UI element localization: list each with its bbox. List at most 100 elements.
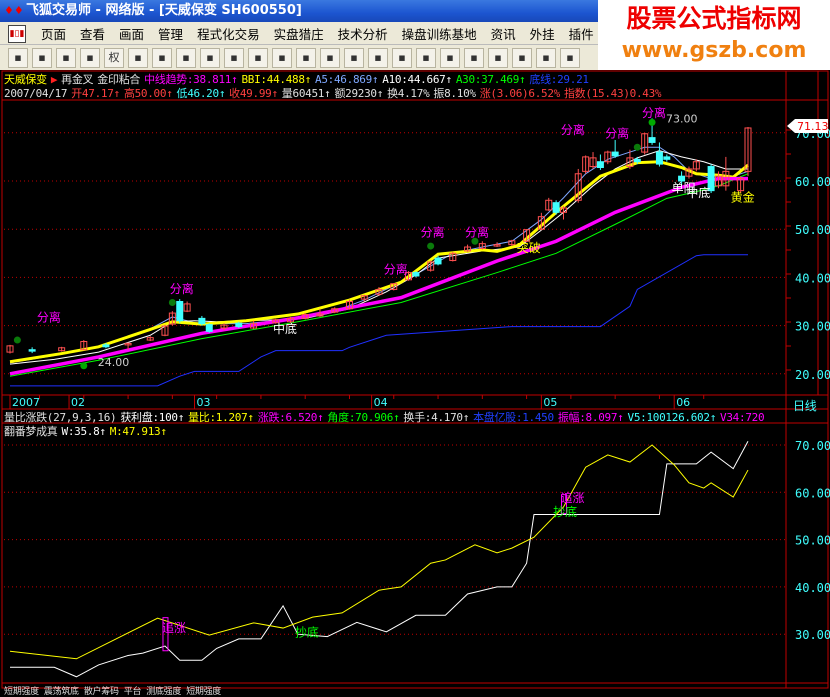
info-item: 额29230↑ [334, 87, 384, 100]
info-item: 量60451↑ [281, 87, 331, 100]
menu-8[interactable]: 资讯 [484, 24, 523, 43]
marker-dot [633, 143, 641, 151]
candle-body [412, 272, 420, 277]
candle-body [633, 158, 641, 163]
info-item: 振幅:8.097↑ [557, 411, 624, 424]
info-item: V34:720 [720, 411, 765, 424]
menu-1[interactable]: 查看 [73, 24, 112, 43]
book-icon[interactable]: ▪ [224, 47, 244, 68]
info-item: 量比:1.207↑ [188, 411, 254, 424]
fib-icon[interactable]: ▪ [536, 47, 556, 68]
menu-2[interactable]: 画面 [112, 24, 151, 43]
signal-label: 分离 [170, 281, 194, 296]
info-item: W:35.8↑ [61, 425, 107, 438]
info-item: V5:100126.602↑ [627, 411, 717, 424]
alarm-icon[interactable]: ▪ [296, 47, 316, 68]
lower-price-tick: 30.00 [795, 628, 830, 642]
chart4-icon[interactable]: ▪ [464, 47, 484, 68]
period-label[interactable]: 日线 [793, 397, 817, 414]
lower-price-tick: 70.00 [795, 439, 830, 453]
watermark-title: 股票公式指标网 [626, 4, 802, 33]
chart2-icon[interactable]: ▪ [416, 47, 436, 68]
info-item: 低46.20↑ [176, 87, 226, 100]
marker-dot [168, 298, 176, 306]
info-item: 振8.10% [433, 87, 476, 100]
signal-label: 分离 [465, 224, 489, 239]
signal-label: 分离 [561, 122, 585, 137]
signal-label: 中底 [686, 185, 710, 200]
move-icon[interactable]: ▪ [56, 47, 76, 68]
menu-10[interactable]: 插件 [562, 24, 601, 43]
menu-0[interactable]: 页面 [34, 24, 73, 43]
paste-icon[interactable]: ▪ [200, 47, 220, 68]
vlines-icon[interactable]: ▪ [560, 47, 580, 68]
menu-5[interactable]: 实盘猎庄 [267, 24, 331, 43]
line-A5 [9, 146, 749, 364]
candle-body [176, 301, 184, 322]
minus-icon[interactable]: ▪ [80, 47, 100, 68]
rights-dropdown[interactable]: 权 [104, 47, 124, 68]
candle-body [102, 344, 110, 348]
lower-price-tick: 40.00 [795, 581, 830, 595]
marker-dot [427, 242, 435, 250]
line-icon[interactable]: ▪ [512, 47, 532, 68]
compare-icon[interactable]: ▪ [128, 47, 148, 68]
lower-price-tick: 60.00 [795, 486, 830, 500]
info-item: 换手:4.170↑ [403, 411, 470, 424]
price-mark: 24.00 [98, 356, 130, 369]
price-mark: 73.00 [666, 112, 698, 125]
open-icon[interactable]: ▪ [8, 47, 28, 68]
menu-9[interactable]: 外挂 [523, 24, 562, 43]
chart-logo-icon[interactable]: ▮▯▮ [8, 25, 26, 43]
copy-icon[interactable]: ▪ [176, 47, 196, 68]
menu-7[interactable]: 操盘训练基地 [395, 24, 484, 43]
candle-body [205, 324, 213, 332]
binoculars-icon[interactable]: ▪ [152, 47, 172, 68]
lower-indicator-line: 翻番梦成真 W:35.8↑ M:47.913↑ [4, 423, 171, 439]
layout1-icon[interactable]: ▪ [344, 47, 364, 68]
price-tick: 30.00 [795, 320, 830, 334]
signal-label: 追涨 [162, 620, 186, 635]
price-tick: 50.00 [795, 223, 830, 237]
rsi-icon[interactable]: ▪ [32, 47, 52, 68]
menu-6[interactable]: 技术分析 [331, 24, 395, 43]
marker-dot [471, 237, 479, 245]
candle-body [28, 349, 36, 352]
info-item: 开47.17↑ [71, 87, 120, 100]
date-label: 06 [676, 396, 690, 409]
signal-label: 抄底 [295, 625, 319, 640]
info-item: 2007/04/17 [4, 87, 68, 100]
marker-dot [80, 362, 88, 370]
info-item: 高50.00↑ [123, 87, 173, 100]
menu-4[interactable]: 程式化交易 [190, 24, 267, 43]
search-icon[interactable]: ▪ [248, 47, 268, 68]
app-logo-icon: ♦♦ [4, 4, 24, 17]
signal-label: 分离 [642, 105, 666, 120]
chess-icon[interactable]: ▪ [272, 47, 292, 68]
layout2-icon[interactable]: ▪ [368, 47, 388, 68]
stock-chart[interactable]: 20.00 30.00 40.00 50.00 60.00 70.00 2007 02 03 04… [0, 70, 830, 689]
menu-3[interactable]: 管理 [151, 24, 190, 43]
marker-dot [13, 336, 21, 344]
watermark: 股票公式指标网 www.gszb.com [598, 0, 830, 70]
date-label: 05 [543, 396, 557, 409]
last-price-label: 71.13 [797, 120, 829, 133]
chart1-icon[interactable]: ▪ [392, 47, 412, 68]
candle-body [648, 137, 656, 143]
line-A10 [9, 150, 748, 365]
price-tick: 60.00 [795, 175, 830, 189]
pen-icon[interactable]: ▪ [320, 47, 340, 68]
cursor-icon[interactable]: ▪ [488, 47, 508, 68]
signal-label: 黄金 [731, 190, 755, 205]
line-BBI [9, 160, 749, 364]
info-item: 换4.17% [387, 87, 430, 100]
info-item: 本盘亿股:1.450 [473, 411, 554, 424]
signal-label: 抄底 [553, 504, 577, 519]
info-item: 角度:70.906↑ [327, 411, 400, 424]
signal-label: 分离 [384, 262, 408, 277]
chart3-icon[interactable]: ▪ [440, 47, 460, 68]
watermark-url: www.gszb.com [621, 38, 807, 63]
series-M [9, 444, 749, 660]
signal-label: 分离 [37, 310, 61, 325]
candle-body [552, 202, 560, 213]
